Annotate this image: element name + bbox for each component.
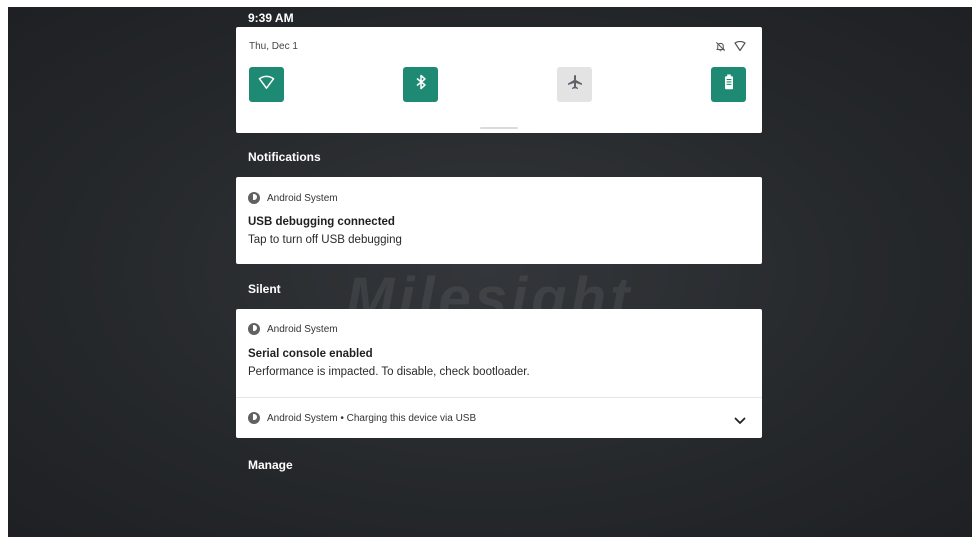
airplane-mode-tile[interactable] (557, 67, 592, 102)
date-label: Thu, Dec 1 (249, 41, 298, 52)
notification-title: USB debugging connected (248, 216, 395, 228)
do-not-disturb-off-icon (715, 39, 726, 57)
expand-chevron-icon[interactable] (734, 412, 746, 430)
notification-app-row: Android System (248, 323, 338, 335)
android-system-icon (248, 323, 260, 335)
android-system-icon (248, 192, 260, 204)
silent-header: Silent (248, 282, 281, 296)
notification-text: Tap to turn off USB debugging (248, 234, 402, 246)
quick-settings-panel: Thu, Dec 1 (236, 27, 762, 133)
battery-saver-icon (724, 74, 734, 95)
bluetooth-tile[interactable] (403, 67, 438, 102)
notification-summary: Android System • Charging this device vi… (267, 412, 477, 424)
airplane-icon (567, 74, 583, 95)
wifi-icon (258, 75, 275, 95)
android-system-icon (248, 412, 260, 424)
bluetooth-icon (415, 74, 427, 95)
silent-notifications-group: Android System Serial console enabled Pe… (236, 309, 762, 438)
notification-text: Performance is impacted. To disable, che… (248, 366, 530, 378)
notification-card-serial-console[interactable]: Android System Serial console enabled Pe… (236, 309, 762, 396)
notification-app-name: Android System (267, 192, 338, 204)
notification-summary-row: Android System • Charging this device vi… (248, 412, 476, 424)
notifications-header: Notifications (248, 150, 321, 164)
manage-button[interactable]: Manage (248, 458, 293, 472)
drag-handle[interactable] (480, 127, 518, 129)
notification-app-row: Android System (248, 192, 338, 204)
notification-app-name: Android System (267, 323, 338, 335)
notification-card-usb-debugging[interactable]: Android System USB debugging connected T… (236, 177, 762, 264)
status-bar-time: 9:39 AM (248, 11, 294, 25)
battery-saver-tile[interactable] (711, 67, 746, 102)
wifi-tile[interactable] (249, 67, 284, 102)
notification-title: Serial console enabled (248, 348, 373, 360)
notification-shade: Milesight 9:39 AM Thu, Dec 1 Notificatio… (8, 7, 972, 537)
notification-card-charging[interactable]: Android System • Charging this device vi… (236, 398, 762, 438)
status-icons (715, 39, 746, 57)
wifi-status-icon (734, 39, 746, 57)
